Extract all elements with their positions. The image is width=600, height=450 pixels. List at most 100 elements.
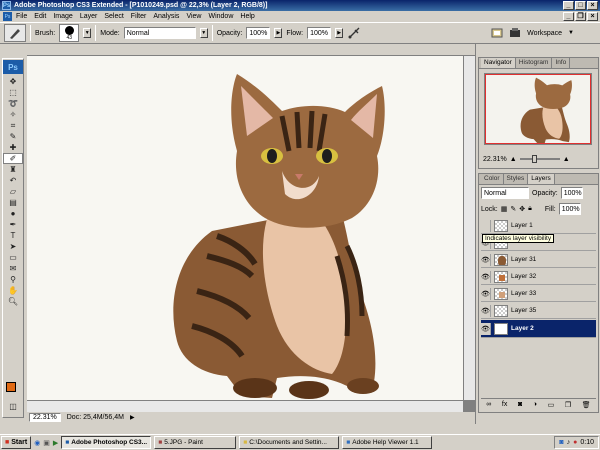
menu-window[interactable]: Window	[208, 13, 233, 20]
tab-histogram[interactable]: Histogram	[516, 58, 553, 68]
tray-network-icon[interactable]: ◙	[559, 439, 563, 446]
menu-edit[interactable]: Edit	[34, 13, 46, 20]
eye-icon[interactable]: 👁︎	[481, 287, 491, 300]
lock-transparency-icon[interactable]: ▦	[501, 205, 508, 213]
menu-file[interactable]: File	[16, 13, 27, 20]
path-selection-tool-icon[interactable]: ➤	[3, 241, 23, 252]
task-help-viewer[interactable]: ■ Adobe Help Viewer 1.1	[342, 436, 433, 449]
menu-help[interactable]: Help	[240, 13, 254, 20]
task-paint[interactable]: ■ 5.JPG - Paint	[154, 436, 237, 449]
eye-icon[interactable]: 👁︎	[481, 253, 491, 266]
document-icon[interactable]: Ps	[3, 12, 12, 21]
navigator-view-box[interactable]	[485, 74, 591, 144]
blend-mode-select[interactable]: Normal	[481, 187, 529, 199]
eye-icon[interactable]: 👁︎	[481, 270, 491, 283]
status-menu-icon[interactable]: ▶	[130, 414, 135, 421]
menu-filter[interactable]: Filter	[131, 13, 147, 20]
crop-tool-icon[interactable]: ⌗	[3, 120, 23, 131]
brush-picker[interactable]: 43	[59, 24, 80, 42]
tab-layers[interactable]: Layers	[528, 174, 555, 184]
type-tool-icon[interactable]: T	[3, 230, 23, 241]
doc-minimize-button[interactable]: _	[563, 12, 574, 21]
move-tool-icon[interactable]: ✥	[3, 76, 23, 87]
new-layer-icon[interactable]: ❐	[565, 401, 571, 409]
eye-icon[interactable]: 👁︎	[481, 304, 491, 317]
horizontal-scrollbar[interactable]	[27, 400, 463, 412]
new-group-icon[interactable]: ▭	[548, 401, 555, 409]
layer-opacity-field[interactable]: 100%	[560, 187, 583, 199]
flow-field[interactable]: 100%	[307, 27, 332, 39]
eraser-tool-icon[interactable]: ▱	[3, 186, 23, 197]
tab-color[interactable]: Color	[481, 174, 504, 184]
visibility-toggle-icon[interactable]	[481, 219, 491, 232]
lock-all-icon[interactable]: 🔒︎	[528, 205, 532, 213]
healing-brush-tool-icon[interactable]: ✚	[3, 142, 23, 153]
zoom-slider[interactable]	[519, 155, 560, 163]
fill-field[interactable]: 100%	[558, 203, 581, 215]
adjustment-layer-icon[interactable]: ◑	[533, 401, 537, 408]
opacity-field[interactable]: 100%	[246, 27, 271, 39]
workspace-dropdown-icon[interactable]: ▼	[568, 30, 574, 36]
menu-select[interactable]: Select	[104, 13, 123, 20]
hand-tool-icon[interactable]: ✋	[3, 285, 23, 296]
layer-row[interactable]: 👁︎ Layer 35	[481, 303, 596, 319]
shape-tool-icon[interactable]: ▭	[3, 252, 23, 263]
zoom-tool-icon[interactable]: 🔍︎	[3, 296, 23, 307]
bridge-icon[interactable]	[509, 27, 521, 39]
lock-position-icon[interactable]: ✥	[519, 205, 525, 213]
eyedropper-tool-icon[interactable]: ⚲	[3, 274, 23, 285]
minimize-button[interactable]: _	[563, 1, 574, 10]
lock-image-icon[interactable]: ✎	[510, 205, 516, 213]
magic-wand-tool-icon[interactable]: ✧	[3, 109, 23, 120]
delete-layer-icon[interactable]: 🗑︎	[582, 401, 591, 409]
slice-tool-icon[interactable]: ✎	[3, 131, 23, 142]
menu-image[interactable]: Image	[53, 13, 72, 20]
workspace-menu[interactable]: Workspace	[527, 30, 562, 37]
task-photoshop[interactable]: ■ Adobe Photoshop CS3...	[61, 436, 152, 449]
eye-icon[interactable]: 👁︎	[481, 322, 491, 335]
link-layers-icon[interactable]: ∞	[486, 401, 491, 408]
layer-row[interactable]: 👁︎ Layer 33	[481, 286, 596, 302]
vertical-scrollbar[interactable]	[463, 56, 475, 400]
zoom-out-icon[interactable]: ▲	[510, 156, 517, 163]
tab-styles[interactable]: Styles	[504, 174, 529, 184]
tray-volume-icon[interactable]: ♪	[567, 439, 571, 446]
toolbox-logo[interactable]: Ps	[3, 60, 23, 74]
notes-tool-icon[interactable]: ✉	[3, 263, 23, 274]
dodge-tool-icon[interactable]: ●	[3, 208, 23, 219]
history-brush-tool-icon[interactable]: ↶	[3, 175, 23, 186]
opacity-slider-icon[interactable]: ▶	[274, 28, 283, 38]
doc-close-button[interactable]: ×	[587, 12, 598, 21]
file-browser-icon[interactable]	[491, 27, 503, 39]
pen-tool-icon[interactable]: ✒	[3, 219, 23, 230]
clock[interactable]: 0:10	[580, 439, 594, 446]
quicklaunch-media-icon[interactable]: ▶	[53, 439, 58, 447]
tool-preset-picker[interactable]	[4, 24, 26, 42]
mode-dropdown-icon[interactable]: ▼	[199, 28, 208, 38]
mode-select[interactable]: Normal	[123, 27, 196, 39]
tab-info[interactable]: Info	[552, 58, 571, 68]
marquee-tool-icon[interactable]: ⬚	[3, 87, 23, 98]
layer-row-selected[interactable]: 👁︎ Layer 2	[481, 320, 596, 338]
tray-antivirus-icon[interactable]: ●	[573, 439, 577, 446]
doc-restore-button[interactable]: ❐	[575, 12, 586, 21]
lasso-tool-icon[interactable]: ➰	[3, 98, 23, 109]
tab-navigator[interactable]: Navigator	[481, 58, 516, 68]
zoom-field[interactable]: 22.31%	[29, 413, 61, 422]
navigator-zoom-value[interactable]: 22.31%	[483, 156, 507, 163]
start-button[interactable]: ■ Start	[1, 436, 32, 449]
menu-layer[interactable]: Layer	[80, 13, 98, 20]
menu-view[interactable]: View	[186, 13, 201, 20]
zoom-in-icon[interactable]: ▲	[563, 156, 570, 163]
quicklaunch-browser-icon[interactable]: ◉	[34, 439, 40, 447]
quick-mask-icon[interactable]: ◫	[3, 401, 23, 412]
canvas[interactable]	[27, 56, 463, 400]
brush-dropdown-icon[interactable]: ▼	[83, 28, 92, 38]
layer-row[interactable]: Layer 1	[481, 218, 596, 234]
layer-row[interactable]: 👁︎ Layer 31	[481, 252, 596, 268]
clone-stamp-tool-icon[interactable]: ♜	[3, 164, 23, 175]
foreground-color-swatch[interactable]	[6, 382, 16, 392]
layer-mask-icon[interactable]: ◙	[518, 401, 522, 408]
maximize-button[interactable]: □	[575, 1, 586, 10]
close-button[interactable]: ×	[587, 1, 598, 10]
